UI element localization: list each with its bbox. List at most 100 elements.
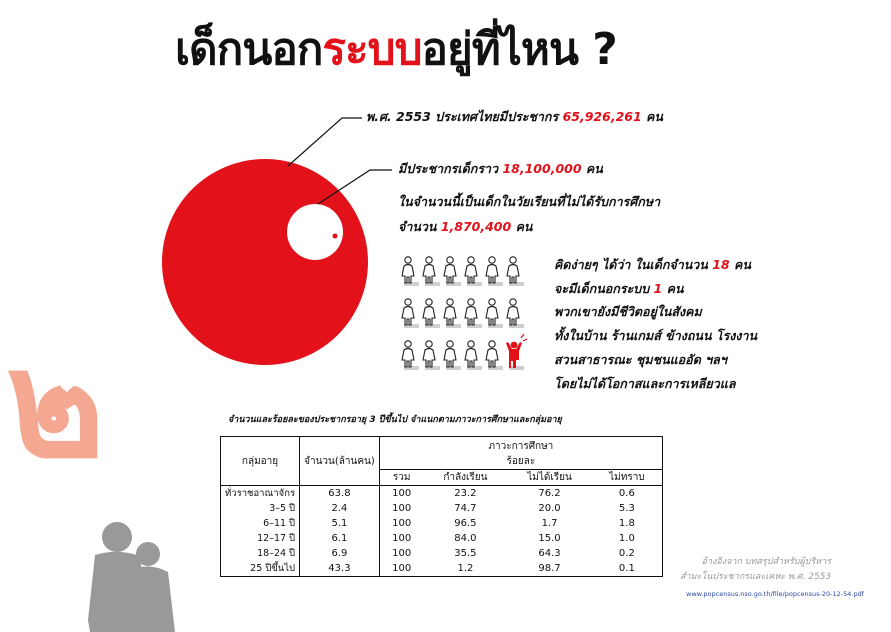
child-icon xyxy=(485,340,503,370)
child-icon xyxy=(443,340,461,370)
children-info-line1: มีประชากรเด็กราว 18,100,000 คน xyxy=(398,161,603,176)
child-icon xyxy=(464,340,482,370)
out-of-school-child-icon xyxy=(506,333,528,370)
population-prefix: พ.ศ. 2553 ประเทศไทยมีประชากร xyxy=(366,109,559,124)
table-row: 12–17 ปี 6.1 100 84.0 15.0 1.0 xyxy=(220,531,663,546)
children-prefix: มีประชากรเด็กราว xyxy=(398,161,499,176)
header-status-label: ภาวะการศึกษา xyxy=(488,441,554,452)
value-cell: 0.6 xyxy=(618,488,635,499)
value-cell: 74.7 xyxy=(454,503,477,514)
value-cell: 35.5 xyxy=(454,548,477,559)
value-cell: 6.1 xyxy=(299,531,380,546)
value-cell: 100 xyxy=(392,503,412,514)
silhouette-people xyxy=(88,522,175,632)
children-pictogram xyxy=(401,256,528,370)
value-cell: 100 xyxy=(392,533,412,544)
value-cell: 0.2 xyxy=(618,548,635,559)
header-percent-label: ร้อยละ xyxy=(506,456,536,467)
age-group-cell: 12–17 ปี xyxy=(220,531,301,546)
education-table: กลุ่มอายุ จำนวน(ล้านคน) ภาวะการศึกษา ร้อ… xyxy=(219,436,664,577)
age-group-cell: ทั่วราชอาณาจักร xyxy=(220,485,301,501)
value-cell: 98.7 xyxy=(538,563,561,574)
age-group-cell: 6–11 ปี xyxy=(220,516,301,531)
subheader-total: รวม xyxy=(379,469,424,486)
subheader-unknown: ไม่ทราบ xyxy=(591,469,663,486)
value-cell: 2.4 xyxy=(299,501,380,516)
source-line2: สำมะโนประชากรและเคหะ พ.ศ. 2553 xyxy=(680,572,832,582)
population-suffix: คน xyxy=(646,109,663,124)
child-icon xyxy=(464,256,482,286)
age-group-cell: 25 ปีขึ้นไป xyxy=(220,561,301,577)
children-line3-prefix: จำนวน xyxy=(398,219,437,234)
chapter-numeral: ๒ xyxy=(6,318,105,492)
explain-l2-prefix: จะมีเด็กนอกระบบ xyxy=(554,281,650,296)
value-cell: 0.1 xyxy=(618,563,635,574)
explain-l1-num: 18 xyxy=(712,257,730,272)
children-suffix: คน xyxy=(585,161,603,176)
table-body: ทั่วราชอาณาจักร 63.8 100 23.2 76.2 0.6 3–5 ปี 2… xyxy=(220,485,663,577)
explain-l2-num: 1 xyxy=(653,281,663,296)
value-cell: 63.8 xyxy=(299,485,380,501)
value-cell: 1.8 xyxy=(618,518,635,529)
population-number: 65,926,261 xyxy=(562,109,642,124)
child-icon xyxy=(422,340,440,370)
value-cell: 100 xyxy=(392,563,412,574)
table-row: ทั่วราชอาณาจักร 63.8 100 23.2 76.2 0.6 xyxy=(220,485,663,501)
child-icon xyxy=(485,256,503,286)
child-icon xyxy=(401,298,419,328)
value-cell: 5.3 xyxy=(618,503,635,514)
source-line1: อ้างอิงจาก บทสรุปสำหรับผู้บริหาร xyxy=(701,557,832,567)
explain-l1-prefix: คิดง่ายๆ ได้ว่า ในเด็กจำนวน xyxy=(554,257,708,272)
children-line3-suffix: คน xyxy=(515,219,533,234)
table-row: 18–24 ปี 6.9 100 35.5 64.3 0.2 xyxy=(220,546,663,561)
explain-line5: สวนสาธารณะ ชุมชนแออัด ฯลฯ xyxy=(554,352,727,367)
value-cell: 43.3 xyxy=(299,561,380,577)
explain-line6: โดยไม่ได้โอกาสและการเหลียวแล xyxy=(554,376,736,391)
value-cell: 15.0 xyxy=(538,533,561,544)
out-of-school-number: 1,870,400 xyxy=(440,219,512,234)
child-icon xyxy=(422,298,440,328)
source-reference: อ้างอิงจาก บทสรุปสำหรับผู้บริหาร สำมะโนป… xyxy=(680,555,831,585)
table-caption: จำนวนและร้อยละของประชากรอายุ 3 ปีขึ้นไป … xyxy=(228,415,562,425)
child-icon xyxy=(506,298,524,328)
value-cell: 96.5 xyxy=(454,518,477,529)
child-icon xyxy=(506,256,524,286)
header-education-status: ภาวะการศึกษา ร้อยละ xyxy=(378,436,664,470)
value-cell: 20.0 xyxy=(538,503,561,514)
value-cell: 1.2 xyxy=(457,563,474,574)
children-number: 18,100,000 xyxy=(502,161,582,176)
age-group-cell: 18–24 ปี xyxy=(220,546,301,561)
value-cell: 5.1 xyxy=(299,516,380,531)
child-icon xyxy=(464,298,482,328)
children-circle xyxy=(287,204,343,260)
child-icon xyxy=(443,256,461,286)
header-age-group: กลุ่มอายุ xyxy=(219,436,301,486)
child-icon xyxy=(401,340,419,370)
value-cell: 1.0 xyxy=(618,533,635,544)
population-info: พ.ศ. 2553 ประเทศไทยมีประชากร 65,926,261 … xyxy=(366,109,663,124)
explain-line3: พวกเขายังมีชีวิตอยู่ในสังคม xyxy=(554,304,702,319)
child-icon xyxy=(401,256,419,286)
header-total: จำนวน(ล้านคน) xyxy=(299,436,380,486)
explain-l2-suffix: คน xyxy=(666,281,684,296)
population-circle xyxy=(162,159,368,365)
explain-line1: คิดง่ายๆ ได้ว่า ในเด็กจำนวน 18 คน xyxy=(554,257,751,272)
value-cell: 1.7 xyxy=(541,518,558,529)
value-cell: 100 xyxy=(392,488,412,499)
children-info-line2: ในจำนวนนี้เป็นเด็กในวัยเรียนที่ไม่ได้รับ… xyxy=(398,194,661,209)
children-info-line3: จำนวน 1,870,400 คน xyxy=(398,219,533,234)
source-url: www.popcensus.nso.go.th/file/popcensus-2… xyxy=(686,590,865,598)
age-group-cell: 3–5 ปี xyxy=(220,501,301,516)
value-cell: 100 xyxy=(392,548,412,559)
value-cell: 64.3 xyxy=(538,548,561,559)
child-icon xyxy=(485,298,503,328)
value-cell: 84.0 xyxy=(454,533,477,544)
value-cell: 6.9 xyxy=(299,546,380,561)
table-row: 6–11 ปี 5.1 100 96.5 1.7 1.8 xyxy=(220,516,663,531)
value-cell: 23.2 xyxy=(454,488,477,499)
value-cell: 76.2 xyxy=(538,488,561,499)
child-icon xyxy=(422,256,440,286)
explain-line4: ทั้งในบ้าน ร้านเกมส์ ข้างถนน โรงงาน xyxy=(554,328,758,343)
subheader-not-studying: ไม่ได้เรียน xyxy=(507,469,592,486)
population-leader-line xyxy=(287,117,362,167)
